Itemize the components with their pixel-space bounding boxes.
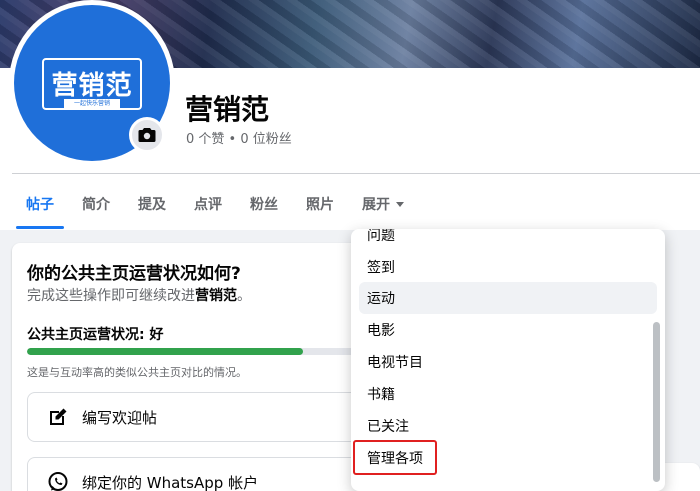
menu-item-label: 运动 <box>367 291 395 307</box>
header-divider <box>12 173 700 174</box>
tab-label: 简介 <box>82 197 110 213</box>
card-subtitle: 完成这些操作即可继续改进营销范。 <box>27 285 251 305</box>
health-progress-fill <box>27 348 303 355</box>
logo-subtitle: 一起快乐营销 <box>64 99 120 108</box>
menu-item-sports[interactable]: 运动 <box>359 282 657 314</box>
menu-item-label: 签到 <box>367 260 395 276</box>
page-title: 营销范 <box>185 93 270 126</box>
tab-more[interactable]: 展开 <box>348 182 418 226</box>
tab-reviews[interactable]: 点评 <box>180 182 236 226</box>
menu-item-label: 已关注 <box>367 419 409 435</box>
action-label: 绑定你的 WhatsApp 帐户 <box>82 473 259 491</box>
tab-label: 帖子 <box>26 197 54 213</box>
subtitle-prefix: 完成这些操作即可继续改进 <box>27 288 195 304</box>
page-stats: 0 个赞 • 0 位粉丝 <box>186 132 292 147</box>
compare-note: 这是与互动率高的类似公共主页对比的情况。 <box>27 366 247 379</box>
card-title: 你的公共主页运营状况如何? <box>27 264 241 284</box>
subtitle-page-name: 营销范 <box>195 288 237 304</box>
page-header: 营销范 一起快乐营销 营销范 0 个赞 • 0 位粉丝 帖子 简介 提及 点评 … <box>0 0 700 230</box>
tab-mentions[interactable]: 提及 <box>124 182 180 226</box>
menu-item-tv-shows[interactable]: 电视节目 <box>359 346 657 378</box>
menu-item-checkins[interactable]: 签到 <box>359 251 657 283</box>
tab-label: 提及 <box>138 197 166 213</box>
menu-item-following[interactable]: 已关注 <box>359 410 657 442</box>
tab-label: 展开 <box>362 197 390 213</box>
logo-text: 营销范 <box>51 71 133 101</box>
dropdown-scrollbar[interactable] <box>653 322 660 482</box>
subtitle-suffix: 。 <box>237 288 251 304</box>
tab-about[interactable]: 简介 <box>68 182 124 226</box>
menu-item-label: 电视节目 <box>367 355 423 371</box>
tab-followers[interactable]: 粉丝 <box>236 182 292 226</box>
tab-label: 照片 <box>306 197 334 213</box>
menu-item-questions[interactable]: 问题 <box>359 229 657 251</box>
caret-down-icon <box>396 201 404 207</box>
health-status-label: 公共主页运营状况: 好 <box>27 327 164 343</box>
tab-posts[interactable]: 帖子 <box>12 182 68 229</box>
action-label: 编写欢迎帖 <box>82 408 158 427</box>
menu-item-label: 电影 <box>367 323 395 339</box>
menu-item-movies[interactable]: 电影 <box>359 314 657 346</box>
edit-icon <box>46 405 70 429</box>
tab-photos[interactable]: 照片 <box>292 182 348 226</box>
page-tabs: 帖子 简介 提及 点评 粉丝 照片 展开 <box>12 182 418 229</box>
menu-item-books[interactable]: 书籍 <box>359 378 657 410</box>
whatsapp-icon <box>46 470 70 491</box>
menu-item-label: 问题 <box>367 229 395 244</box>
brand-logo: 营销范 一起快乐营销 <box>42 58 142 110</box>
update-avatar-button[interactable] <box>129 117 165 153</box>
tab-label: 粉丝 <box>250 197 278 213</box>
camera-icon <box>138 128 156 142</box>
highlight-box <box>353 440 437 475</box>
menu-item-label: 书籍 <box>367 387 395 403</box>
tab-label: 点评 <box>194 197 222 213</box>
